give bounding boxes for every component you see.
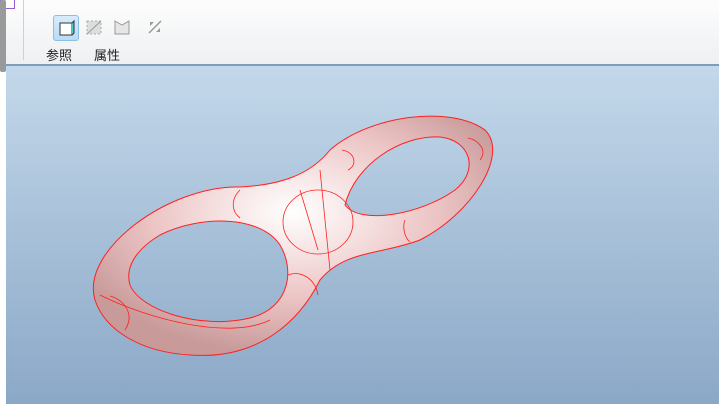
scroll-handle[interactable] <box>0 0 6 72</box>
separator <box>23 0 24 60</box>
dashboard-toolbar: 参照 属性 <box>0 0 719 66</box>
figure-eight-torus-model <box>92 115 494 356</box>
3d-viewport[interactable] <box>6 66 719 404</box>
solid-surface-button[interactable] <box>53 15 79 41</box>
tab-properties[interactable]: 属性 <box>94 45 120 64</box>
thicken-arrow-icon <box>148 20 162 34</box>
open-surface-icon <box>114 20 130 35</box>
thicken-button[interactable] <box>143 15 167 39</box>
open-surface-button[interactable] <box>110 15 134 39</box>
hatched-surface-icon <box>86 20 102 35</box>
solid-surface-icon <box>59 19 75 36</box>
hatched-surface-button[interactable] <box>82 15 106 39</box>
tab-references[interactable]: 参照 <box>46 45 72 64</box>
